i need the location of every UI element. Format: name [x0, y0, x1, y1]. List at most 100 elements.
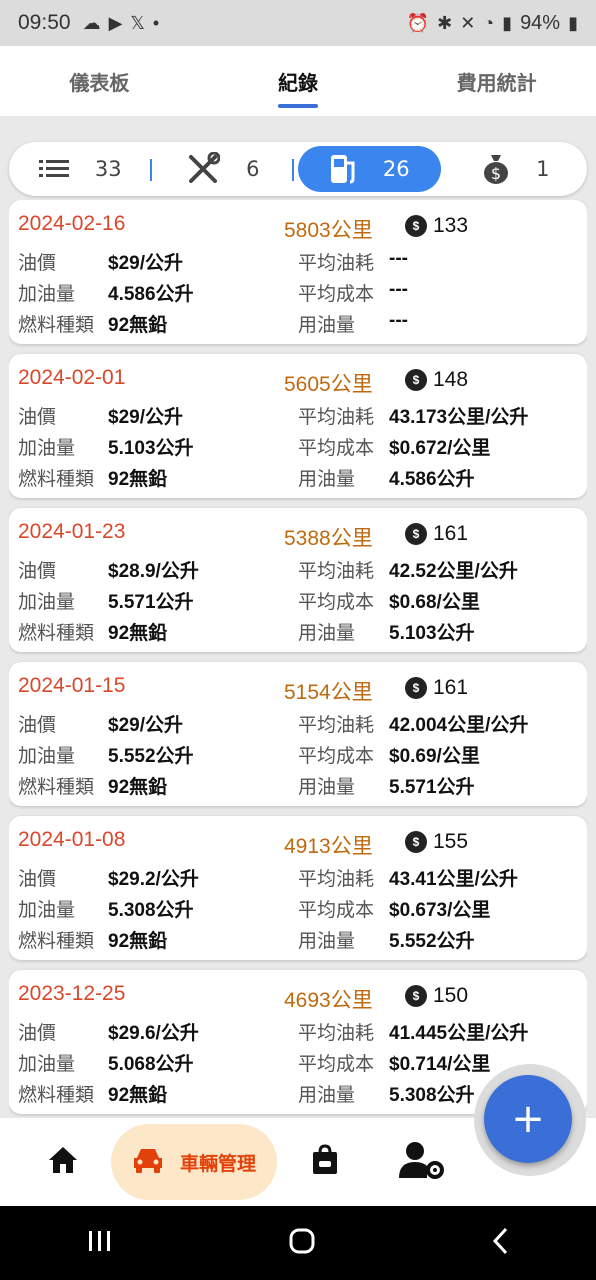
fuel-type-label: 燃料種類: [18, 468, 95, 490]
record-odometer: 4913公里: [284, 835, 373, 858]
coin-icon: $: [405, 369, 427, 391]
price-value: $29.6/公升: [108, 1023, 199, 1044]
price-value: $28.9/公升: [108, 561, 199, 582]
tab-records[interactable]: 紀錄: [199, 46, 398, 116]
avg-consumption-label: 平均油耗: [298, 868, 375, 890]
filter-count: 26: [382, 157, 410, 181]
user-settings-icon: [397, 1140, 445, 1184]
filter-count: 1: [536, 157, 550, 181]
wifi-icon: ◔: [483, 12, 495, 33]
amount-value: 5.103公升: [108, 438, 194, 459]
avg-cost-label: 平均成本: [298, 283, 375, 305]
coin-icon: $: [405, 677, 427, 699]
fuel-used-label: 用油量: [298, 776, 356, 798]
record-cost: 148: [433, 368, 469, 391]
nav-home[interactable]: [22, 1118, 104, 1206]
fuel-used-label: 用油量: [298, 314, 356, 336]
filter-all[interactable]: 33: [9, 146, 152, 192]
amount-value: 4.586公升: [108, 284, 194, 305]
fuel-used-label: 用油量: [298, 930, 356, 952]
fuel-used-label: 用油量: [298, 622, 356, 644]
fuel-used-value: 5.571公升: [389, 777, 475, 798]
price-value: $29/公升: [108, 253, 183, 274]
cloud-icon: ☁: [82, 12, 101, 33]
price-value: $29/公升: [108, 407, 183, 428]
avg-consumption-value: 43.173公里/公升: [389, 407, 529, 428]
price-value: $29/公升: [108, 715, 183, 736]
filter-fuel[interactable]: 26: [298, 146, 441, 192]
record-type-filter: 33 6 26 $ 1: [9, 142, 587, 196]
avg-cost-value: $0.672/公里: [389, 438, 491, 459]
record-card[interactable]: 2024-01-08 4913公里 $155 油價 $29.2/公升 加油量 5.3…: [9, 816, 587, 960]
record-cost: 161: [433, 522, 469, 545]
top-tabs: 儀表板 紀錄 費用統計: [0, 46, 596, 116]
amount-label: 加油量: [18, 745, 76, 767]
dot-icon: •: [152, 12, 160, 33]
coin-icon: $: [405, 523, 427, 545]
avg-consumption-value: 43.41公里/公升: [389, 869, 518, 890]
price-label: 油價: [18, 560, 57, 582]
mute-icon: ✕: [460, 12, 476, 33]
coin-icon: $: [405, 215, 427, 237]
amount-label: 加油量: [18, 437, 76, 459]
avg-consumption-value: 41.445公里/公升: [389, 1023, 529, 1044]
amount-label: 加油量: [18, 591, 76, 613]
avg-cost-label: 平均成本: [298, 1053, 375, 1075]
fuel-type-value: 92無鉛: [108, 623, 168, 644]
record-card[interactable]: 2024-02-01 5605公里 $148 油價 $29/公升 加油量 5.103…: [9, 354, 587, 498]
avg-consumption-label: 平均油耗: [298, 560, 375, 582]
nav-shop[interactable]: [284, 1118, 366, 1206]
price-value: $29.2/公升: [108, 869, 199, 890]
avg-cost-label: 平均成本: [298, 899, 375, 921]
record-date: 2024-01-15: [18, 674, 126, 697]
record-cost: 155: [433, 830, 469, 853]
fuel-used-label: 用油量: [298, 468, 356, 490]
add-record-button[interactable]: +: [484, 1075, 572, 1163]
avg-cost-value: $0.673/公里: [389, 900, 491, 921]
fuel-type-label: 燃料種類: [18, 622, 95, 644]
recent-apps-button[interactable]: [87, 1229, 113, 1257]
record-cost: 150: [433, 984, 469, 1007]
nav-user-settings[interactable]: [380, 1118, 462, 1206]
filter-count: 33: [94, 157, 122, 181]
price-label: 油價: [18, 868, 57, 890]
filter-maintenance[interactable]: 6: [152, 146, 294, 192]
fuel-type-value: 92無鉛: [108, 1085, 168, 1106]
record-odometer: 5154公里: [284, 681, 373, 704]
record-date: 2024-01-23: [18, 520, 126, 543]
price-label: 油價: [18, 252, 57, 274]
tab-expense-stats[interactable]: 費用統計: [397, 46, 596, 116]
tab-dashboard[interactable]: 儀表板: [0, 46, 199, 116]
shopping-bag-icon: [310, 1144, 340, 1180]
fuel-used-value: 5.103公升: [389, 623, 475, 644]
record-card[interactable]: 2024-02-16 5803公里 $133 油價 $29/公升 加油量 4.586…: [9, 200, 587, 344]
filter-expense[interactable]: $ 1: [445, 146, 588, 192]
fuel-type-value: 92無鉛: [108, 315, 168, 336]
price-label: 油價: [18, 714, 57, 736]
home-button[interactable]: [288, 1227, 316, 1259]
record-odometer: 5605公里: [284, 373, 373, 396]
avg-cost-value: $0.68/公里: [389, 592, 480, 613]
amount-value: 5.308公升: [108, 900, 194, 921]
record-card[interactable]: 2024-01-23 5388公里 $161 油價 $28.9/公升 加油量 5.5…: [9, 508, 587, 652]
avg-consumption-value: 42.52公里/公升: [389, 561, 518, 582]
record-cost: 161: [433, 676, 469, 699]
alarm-icon: ⏰: [406, 12, 430, 33]
fuel-used-value: 5.308公升: [389, 1085, 475, 1106]
record-cost: 133: [433, 214, 469, 237]
record-card[interactable]: 2024-01-15 5154公里 $161 油價 $29/公升 加油量 5.552…: [9, 662, 587, 806]
fuel-used-label: 用油量: [298, 1084, 356, 1106]
home-icon: [47, 1145, 79, 1179]
filter-count: 6: [246, 157, 260, 181]
avg-consumption-label: 平均油耗: [298, 714, 375, 736]
back-button[interactable]: [491, 1227, 509, 1259]
fuel-pump-icon: [329, 153, 357, 185]
youtube-icon: ▶: [108, 12, 123, 33]
avg-cost-value: $0.69/公里: [389, 746, 480, 767]
status-bar: 09:50 ☁ ▶ 𝕏 • ⏰ ✱ ✕ ◔ ▮ 94% ▮: [0, 0, 596, 46]
fuel-used-value: 4.586公升: [389, 469, 475, 490]
signal-icon: ▮: [502, 12, 513, 33]
nav-vehicle-management[interactable]: 車輛管理: [111, 1124, 277, 1200]
amount-value: 5.552公升: [108, 746, 194, 767]
amount-value: 5.068公升: [108, 1054, 194, 1075]
